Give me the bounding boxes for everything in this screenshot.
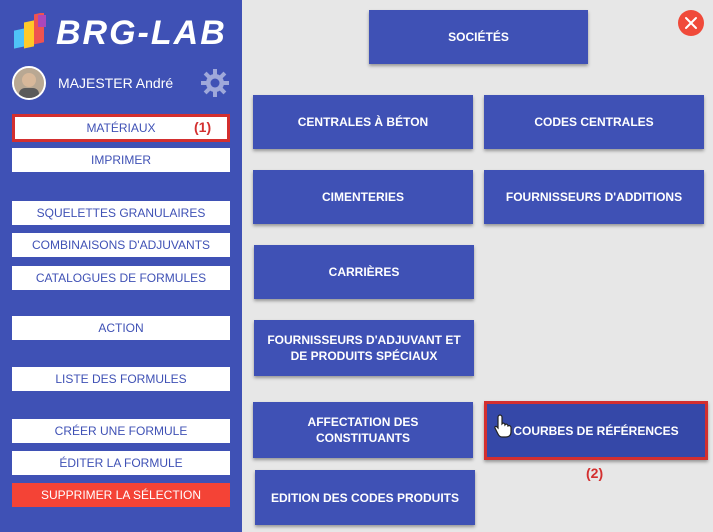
annotation-2: (2) <box>586 465 604 481</box>
sidebar-item-action[interactable]: ACTION <box>12 316 230 340</box>
sidebar-item-combinaisons-adjuvants[interactable]: COMBINAISONS D'ADJUVANTS <box>12 233 230 257</box>
annotation-1: (1) <box>194 119 212 135</box>
delete-selection-button[interactable]: SUPPRIMER LA SÉLECTION <box>12 483 230 507</box>
sidebar: BRG-LAB MAJESTER André MATÉRIAUX IMPRIME… <box>0 0 242 532</box>
codes-centrales-button[interactable]: CODES CENTRALES <box>484 95 704 149</box>
gear-icon[interactable] <box>200 68 230 98</box>
hand-cursor-icon <box>494 414 512 438</box>
brg-lab-logo-icon <box>14 13 46 49</box>
sidebar-item-liste-formules[interactable]: LISTE DES FORMULES <box>12 367 230 391</box>
sidebar-item-creer-formule[interactable]: CRÉER UNE FORMULE <box>12 419 230 443</box>
cimenteries-button[interactable]: CIMENTERIES <box>253 170 473 224</box>
user-name: MAJESTER André <box>58 75 174 91</box>
centrales-a-beton-button[interactable]: CENTRALES À BÉTON <box>253 95 473 149</box>
affectation-constituants-button[interactable]: AFFECTATION DES CONSTITUANTS <box>253 402 473 458</box>
close-button[interactable] <box>678 10 704 36</box>
sidebar-item-editer-formule[interactable]: ÉDITER LA FORMULE <box>12 451 230 475</box>
user-photo-icon <box>14 68 44 98</box>
courbes-de-references-button[interactable]: COURBES DE RÉFÉRENCES <box>484 401 708 460</box>
logo: BRG-LAB <box>12 12 227 54</box>
sidebar-item-catalogues-formules[interactable]: CATALOGUES DE FORMULES <box>12 266 230 290</box>
user-profile: MAJESTER André <box>12 66 173 100</box>
carrieres-button[interactable]: CARRIÈRES <box>254 245 474 299</box>
fournisseurs-additions-button[interactable]: FOURNISSEURS D'ADDITIONS <box>484 170 704 224</box>
sidebar-item-imprimer[interactable]: IMPRIMER <box>12 148 230 172</box>
app-logo-text: BRG-LAB <box>56 13 227 52</box>
sidebar-item-squelettes-granulaires[interactable]: SQUELETTES GRANULAIRES <box>12 201 230 225</box>
societes-button[interactable]: SOCIÉTÉS <box>369 10 588 64</box>
edition-codes-produits-button[interactable]: EDITION DES CODES PRODUITS <box>255 470 475 525</box>
avatar[interactable] <box>12 66 46 100</box>
fournisseurs-adjuvant-button[interactable]: FOURNISSEURS D'ADJUVANT ET DE PRODUITS S… <box>254 320 474 376</box>
close-icon <box>685 17 697 29</box>
